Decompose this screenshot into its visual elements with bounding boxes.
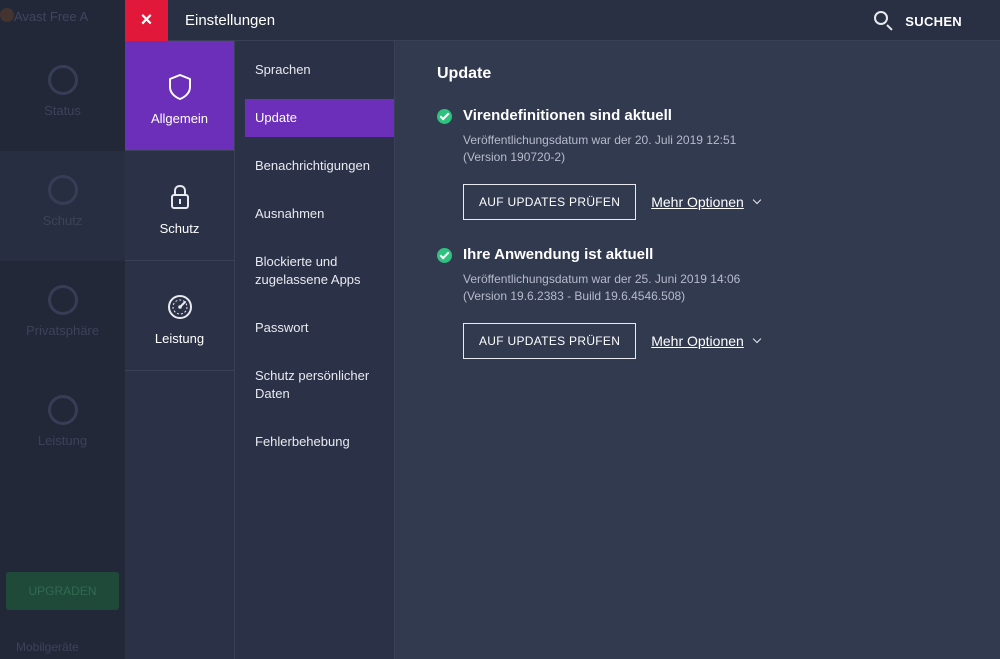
release-date-text: Veröffentlichungsdatum war der 20. Juli … [463,133,737,147]
update-content: Update Virendefinitionen sind aktuell Ve… [395,41,1000,659]
version-text: (Version 19.6.2383 - Build 19.6.4546.508… [463,289,686,303]
settings-title: Einstellungen [185,12,276,29]
submenu-item-update[interactable]: Update [245,99,394,137]
chevron-down-icon [752,334,762,344]
category-allgemein[interactable]: Allgemein [125,41,234,151]
background-app-title: Avast Free A [14,9,89,24]
more-options-link[interactable]: Mehr Optionen [651,194,762,210]
lock-icon [47,175,78,205]
application-section: Ihre Anwendung ist aktuell Veröffentlich… [437,246,1000,359]
release-date-text: Veröffentlichungsdatum war der 25. Juni … [463,272,741,286]
check-icon [437,109,452,124]
fingerprint-icon [47,285,78,315]
category-label: Schutz [159,221,200,236]
submenu-item-datenschutz[interactable]: Schutz persönlicher Daten [245,357,394,413]
background-nav-privatsphaere: Privatsphäre [0,261,125,371]
page-title: Update [437,65,492,82]
settings-panel: × Einstellungen SUCHEN Allgemein Schutz … [125,0,1000,659]
more-options-label: Mehr Optionen [651,333,744,349]
background-nav-status: Status [0,41,125,151]
background-nav-label: Schutz [42,213,83,228]
category-sidebar: Allgemein Schutz Leistung [125,41,235,659]
check-updates-button[interactable]: AUF UPDATES PRÜFEN [463,184,637,220]
status-title: Ihre Anwendung ist aktuell [463,246,654,263]
category-label: Leistung [154,331,205,346]
chevron-down-icon [752,195,762,205]
version-text: (Version 190720-2) [463,150,566,164]
category-leistung[interactable]: Leistung [125,261,234,371]
close-button[interactable]: × [125,0,168,41]
section-actions: AUF UPDATES PRÜFEN Mehr Optionen [463,184,1000,220]
search-button[interactable]: SUCHEN [873,10,962,32]
background-nav-label: Status [44,103,81,118]
shield-icon [167,41,193,101]
gauge-icon [47,395,78,425]
background-nav-schutz: Schutz [0,151,125,261]
category-schutz[interactable]: Schutz [125,151,234,261]
category-label: Allgemein [150,111,209,126]
check-updates-button[interactable]: AUF UPDATES PRÜFEN [463,323,637,359]
status-title: Virendefinitionen sind aktuell [463,107,672,124]
search-label: SUCHEN [905,13,962,29]
background-mobile-label: Mobilgeräte [16,640,79,654]
background-upgrade-button: UPGRADEN [6,572,119,610]
submenu-item-ausnahmen[interactable]: Ausnahmen [245,195,394,233]
lock-icon [167,151,193,211]
section-actions: AUF UPDATES PRÜFEN Mehr Optionen [463,323,1000,359]
background-nav-label: Privatsphäre [26,323,99,338]
check-icon [437,248,452,263]
settings-submenu: Sprachen Update Benachrichtigungen Ausna… [235,41,395,659]
background-nav-label: Leistung [37,433,88,448]
background-app-sidebar: Avast Free A Status Schutz Privatsphäre … [0,0,125,659]
gauge-icon [167,261,193,321]
submenu-item-passwort[interactable]: Passwort [245,309,394,347]
submenu-item-blockierte-apps[interactable]: Blockierte und zugelassene Apps [245,243,394,299]
settings-topbar: × Einstellungen SUCHEN [125,0,1000,41]
submenu-item-fehlerbehebung[interactable]: Fehlerbehebung [245,423,394,461]
app-logo-icon [0,8,14,22]
virus-definitions-section: Virendefinitionen sind aktuell Veröffent… [437,107,1000,220]
submenu-item-benachrichtigungen[interactable]: Benachrichtigungen [245,147,394,185]
search-icon [873,10,895,32]
shield-icon [47,65,78,95]
more-options-link[interactable]: Mehr Optionen [651,333,762,349]
submenu-item-sprachen[interactable]: Sprachen [245,51,394,89]
more-options-label: Mehr Optionen [651,194,744,210]
background-nav-leistung: Leistung [0,371,125,481]
